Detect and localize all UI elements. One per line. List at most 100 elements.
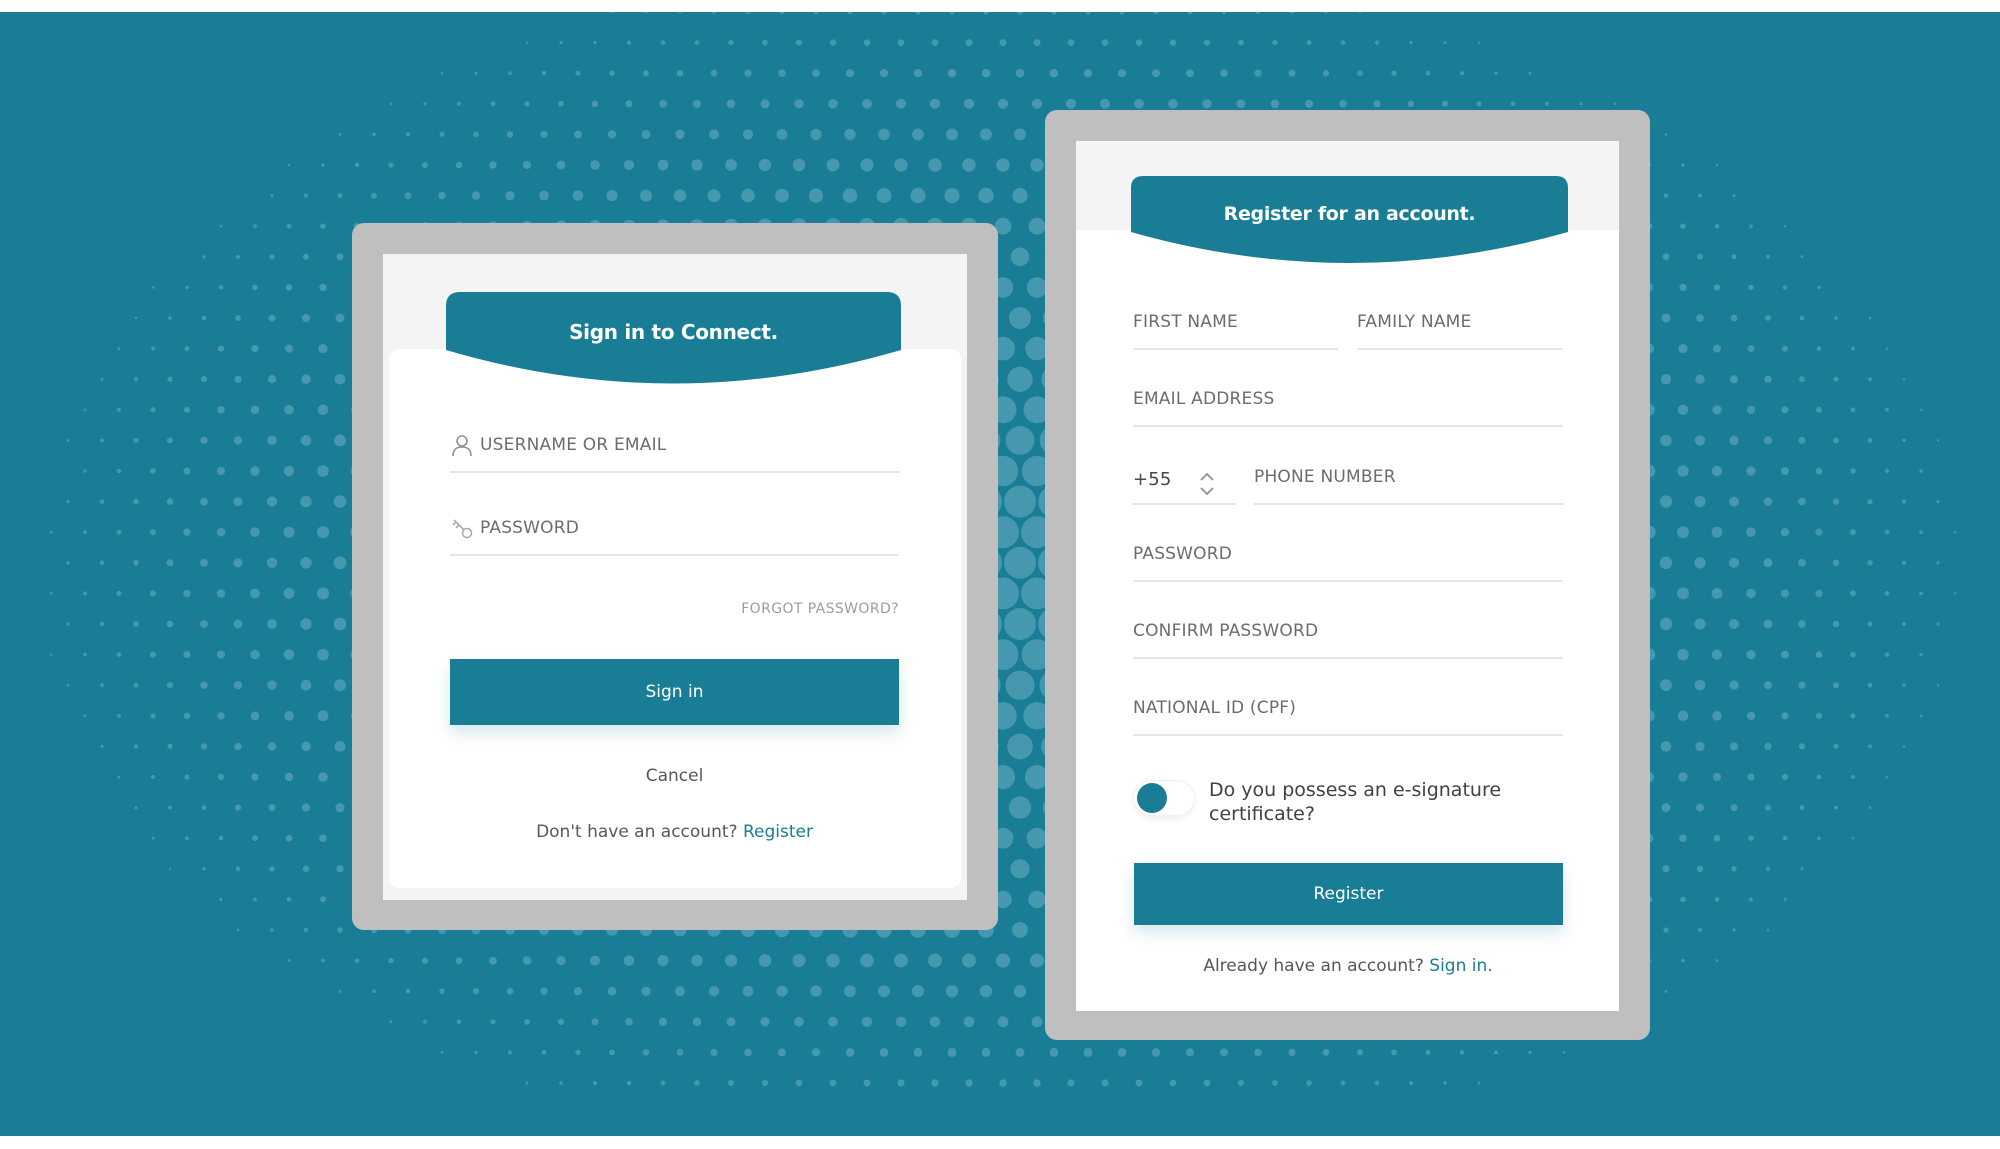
halftone-dot xyxy=(167,743,173,750)
halftone-dot xyxy=(83,530,87,535)
halftone-dot xyxy=(1004,485,1036,518)
halftone-dot xyxy=(1798,497,1806,506)
halftone-dot xyxy=(641,129,651,139)
halftone-dot xyxy=(1117,69,1127,78)
halftone-dot xyxy=(606,190,618,202)
halftone-dot xyxy=(100,683,104,688)
halftone-dot xyxy=(334,373,346,385)
phone-number-field[interactable]: PHONE NUMBER xyxy=(1254,459,1563,505)
username-field[interactable]: USERNAME OR EMAIL xyxy=(450,427,899,473)
halftone-dot xyxy=(1660,434,1672,447)
halftone-dot xyxy=(1730,314,1738,322)
halftone-dot xyxy=(725,159,737,171)
halftone-dot xyxy=(1678,772,1688,782)
halftone-dot xyxy=(1781,467,1789,475)
halftone-dot xyxy=(794,1016,804,1027)
halftone-dot xyxy=(1817,285,1821,290)
halftone-dot xyxy=(338,989,342,993)
halftone-dot xyxy=(389,1020,393,1024)
halftone-dot xyxy=(133,559,139,566)
halftone-dot xyxy=(556,160,566,170)
halftone-dot xyxy=(1664,989,1668,993)
halftone-dot xyxy=(640,189,652,202)
sign-in-button[interactable]: Sign in xyxy=(450,659,899,725)
halftone-dot xyxy=(1868,806,1872,809)
confirm-password-field[interactable]: CONFIRM PASSWORD xyxy=(1133,613,1563,659)
halftone-dot xyxy=(1748,835,1754,841)
halftone-dot xyxy=(133,744,139,749)
halftone-dot xyxy=(371,192,377,199)
halftone-dot xyxy=(1816,774,1822,780)
halftone-dot xyxy=(845,1048,855,1057)
halftone-dot xyxy=(166,682,174,689)
halftone-dot xyxy=(267,680,277,690)
halftone-dot xyxy=(1007,366,1033,392)
halftone-dot xyxy=(334,679,346,692)
cancel-link[interactable]: Cancel xyxy=(450,766,899,786)
halftone-dot xyxy=(657,955,669,967)
family-name-field[interactable]: FAMILY NAME xyxy=(1357,304,1563,350)
halftone-dot xyxy=(1746,405,1756,414)
halftone-dot xyxy=(1884,529,1890,535)
halftone-dot xyxy=(1696,803,1704,812)
halftone-dot xyxy=(490,101,496,107)
halftone-dot xyxy=(792,158,806,172)
halftone-dot xyxy=(590,955,600,966)
halftone-dot xyxy=(1681,163,1685,167)
halftone-dot xyxy=(1713,344,1721,353)
email-field[interactable]: EMAIL ADDRESS xyxy=(1133,381,1563,427)
register-title: Register for an account. xyxy=(1223,203,1476,225)
register-frame: Register for an account. FIRST NAME FAMI… xyxy=(1045,110,1650,1040)
halftone-dot xyxy=(1272,39,1278,46)
register-button[interactable]: Register xyxy=(1134,863,1563,925)
halftone-dot xyxy=(283,587,295,599)
halftone-dot xyxy=(1085,12,1091,15)
halftone-dot xyxy=(1494,1050,1498,1055)
halftone-dot xyxy=(965,39,973,47)
halftone-dot xyxy=(808,188,824,203)
forgot-password-link[interactable]: FORGOT PASSWORD? xyxy=(741,601,899,617)
halftone-dot xyxy=(266,557,278,568)
halftone-dot xyxy=(303,927,309,933)
halftone-dot xyxy=(1713,284,1721,291)
halftone-dot xyxy=(828,99,838,109)
halftone-dot xyxy=(1729,435,1739,446)
register-password-field[interactable]: PASSWORD xyxy=(1133,536,1563,582)
halftone-dot xyxy=(694,40,700,46)
signin-link[interactable]: Sign in. xyxy=(1429,956,1492,976)
password-field[interactable]: PASSWORD xyxy=(450,510,899,556)
halftone-dot xyxy=(997,98,1009,109)
halftone-dot xyxy=(760,99,770,109)
halftone-dot xyxy=(320,223,326,229)
national-id-field[interactable]: NATIONAL ID (CPF) xyxy=(1133,690,1563,736)
halftone-dot xyxy=(1010,247,1030,267)
halftone-dot xyxy=(117,347,121,350)
halftone-dot xyxy=(1679,834,1687,843)
halftone-dot xyxy=(183,712,191,719)
halftone-dot xyxy=(913,1047,923,1057)
halftone-dot xyxy=(284,710,294,721)
halftone-dot xyxy=(692,99,702,108)
halftone-dot xyxy=(1358,12,1362,14)
halftone-dot xyxy=(1919,652,1923,657)
halftone-dot xyxy=(474,1050,478,1055)
stepper-chevrons-icon[interactable] xyxy=(1197,469,1217,499)
esignature-toggle[interactable] xyxy=(1134,781,1194,815)
halftone-dot xyxy=(1203,1079,1211,1087)
signin-prompt: Already have an account? Sign in. xyxy=(1133,956,1563,976)
halftone-dot xyxy=(268,314,276,322)
halftone-dot xyxy=(981,1047,991,1057)
halftone-dot xyxy=(746,12,750,14)
first-name-field[interactable]: FIRST NAME xyxy=(1133,304,1338,350)
halftone-dot xyxy=(591,100,599,108)
halftone-dot xyxy=(440,72,444,75)
halftone-dot xyxy=(1711,588,1723,599)
halftone-dot xyxy=(1729,375,1739,384)
register-link[interactable]: Register xyxy=(743,822,813,842)
halftone-dot xyxy=(1662,253,1670,261)
country-code-select[interactable]: +55 xyxy=(1133,459,1235,505)
halftone-dot xyxy=(233,619,243,629)
register-password-placeholder: PASSWORD xyxy=(1133,544,1233,564)
halftone-dot xyxy=(1763,497,1773,506)
halftone-dot xyxy=(1186,69,1194,78)
